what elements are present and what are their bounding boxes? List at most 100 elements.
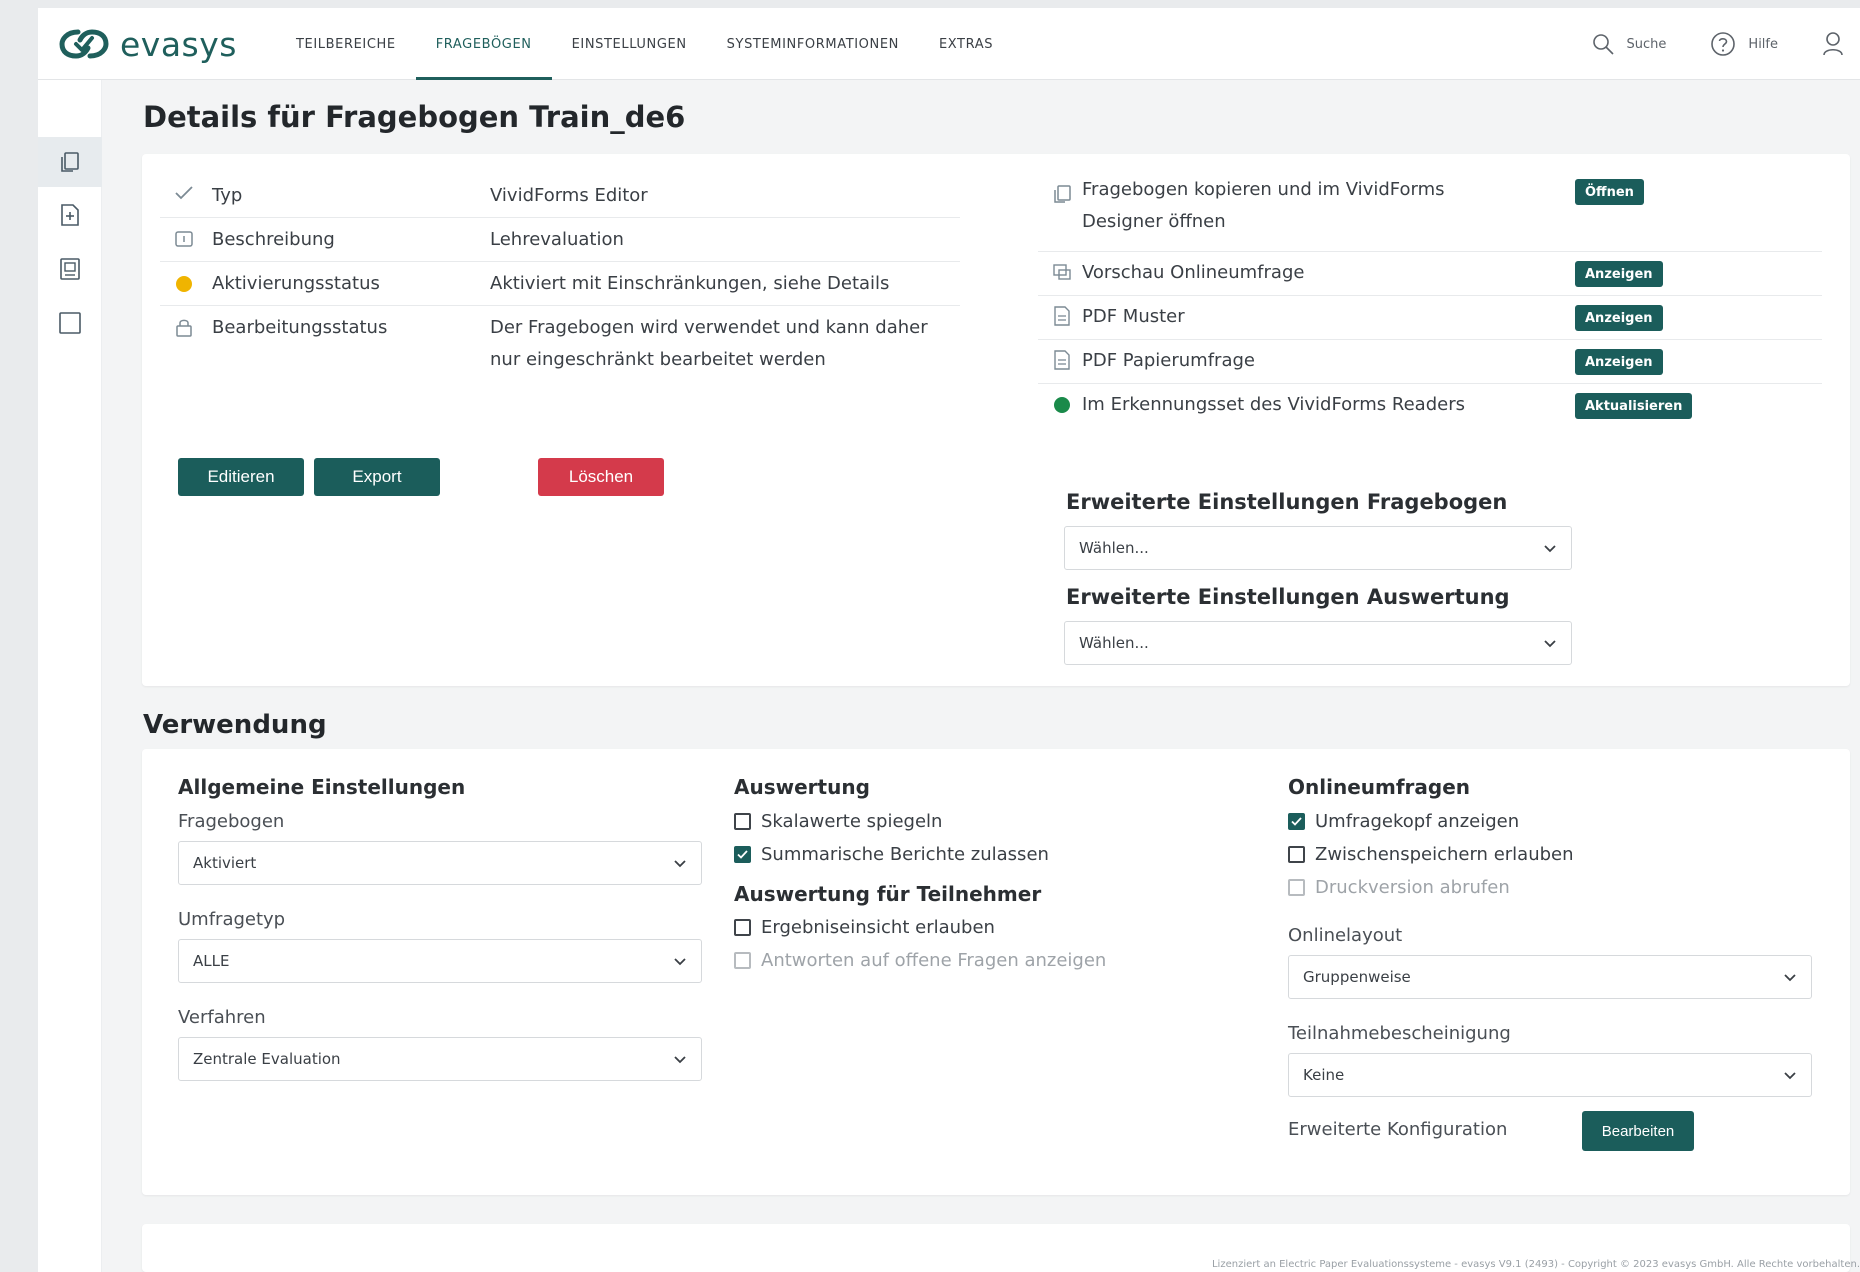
usage-card: Allgemeine Einstellungen Fragebogen Akti… <box>142 749 1850 1195</box>
detail-row-activation-status: Aktivierungsstatus Aktiviert mit Einschr… <box>160 262 960 306</box>
online-layout-select[interactable]: Gruppenweise <box>1288 955 1812 999</box>
copy-icon <box>1052 184 1072 204</box>
rail-new-document-button[interactable] <box>38 190 102 240</box>
check-icon <box>174 183 194 203</box>
questionnaire-details-card: Typ VividForms Editor Beschreibung Lehre… <box>142 154 1850 686</box>
survey-type-label: Umfragetyp <box>178 909 286 930</box>
edit-button[interactable]: Editieren <box>178 458 304 496</box>
evaluation-title: Auswertung <box>734 775 870 799</box>
mirror-scale-checkbox[interactable]: Skalawerte spiegeln <box>734 811 942 832</box>
survey-header-checkbox[interactable]: Umfragekopf anzeigen <box>1288 811 1519 832</box>
report-icon <box>60 258 80 280</box>
survey-type-select[interactable]: ALLE <box>178 939 702 983</box>
show-pdf-paper-button[interactable]: Anzeigen <box>1575 349 1663 375</box>
update-reader-button[interactable]: Aktualisieren <box>1575 393 1693 419</box>
certificate-label: Teilnahmebescheinigung <box>1288 1023 1511 1044</box>
square-icon <box>59 312 81 334</box>
chevron-down-icon <box>674 958 686 966</box>
open-designer-button[interactable]: Öffnen <box>1575 179 1644 205</box>
detail-row-description: Beschreibung Lehrevaluation <box>160 218 960 262</box>
advanced-evaluation-select[interactable]: Wählen... <box>1064 621 1572 665</box>
action-row-preview: Vorschau Onlineumfrage Anzeigen <box>1038 252 1822 296</box>
checkbox-label: Umfragekopf anzeigen <box>1315 811 1520 832</box>
checkbox-label: Ergebniseinsicht erlauben <box>761 917 995 938</box>
print-version-checkbox[interactable]: Druckversion abrufen <box>1288 877 1510 898</box>
advanced-config-label: Erweiterte Konfiguration <box>1288 1119 1508 1140</box>
page-title: Details für Fragebogen Train_de6 <box>143 100 686 134</box>
checkbox-label: Zwischenspeichern erlauben <box>1315 844 1574 865</box>
checkbox-box <box>734 952 751 969</box>
user-icon <box>1823 32 1843 56</box>
procedure-label: Verfahren <box>178 1007 266 1028</box>
online-surveys-title: Onlineumfragen <box>1288 775 1471 799</box>
advanced-evaluation-label: Erweiterte Einstellungen Auswertung <box>1066 585 1510 609</box>
chevron-down-icon <box>1544 545 1556 553</box>
nav-frageboegen[interactable]: Fragebögen <box>415 8 552 80</box>
procedure-select[interactable]: Zentrale Evaluation <box>178 1037 702 1081</box>
search-label: Suche <box>1626 36 1667 52</box>
detail-label: Bearbeitungsstatus <box>212 317 388 338</box>
chevron-down-icon <box>674 1056 686 1064</box>
open-answers-checkbox[interactable]: Antworten auf offene Fragen anzeigen <box>734 950 1106 971</box>
main-nav: Teilbereiche Fragebögen Einstellungen Sy… <box>276 8 1013 80</box>
show-preview-button[interactable]: Anzeigen <box>1575 261 1663 287</box>
select-value: Zentrale Evaluation <box>193 1050 341 1068</box>
user-menu-button[interactable] <box>1822 31 1856 57</box>
questionnaire-status-select[interactable]: Aktiviert <box>178 841 702 885</box>
checkbox-box <box>1288 846 1305 863</box>
header-tools: Suche Hilfe <box>1591 8 1860 80</box>
lock-icon <box>174 318 194 338</box>
questionnaire-label: Fragebogen <box>178 811 285 832</box>
chevron-down-icon <box>1544 640 1556 648</box>
evasys-logo[interactable]: evasys <box>58 22 237 66</box>
document-add-icon <box>61 204 79 226</box>
select-value: Aktiviert <box>193 854 257 872</box>
search-button[interactable]: Suche <box>1591 32 1667 56</box>
action-label: PDF Papierumfrage <box>1082 350 1255 371</box>
checkbox-box <box>734 846 751 863</box>
nav-systeminformationen[interactable]: Systeminformationen <box>707 8 919 80</box>
save-draft-checkbox[interactable]: Zwischenspeichern erlauben <box>1288 844 1574 865</box>
detail-value: Aktiviert mit Einschränkungen, siehe Det… <box>490 273 890 294</box>
detail-label: Typ <box>212 185 243 206</box>
select-value: Wählen... <box>1079 539 1149 557</box>
advanced-questionnaire-select[interactable]: Wählen... <box>1064 526 1572 570</box>
export-button[interactable]: Export <box>314 458 440 496</box>
documents-icon <box>61 152 79 172</box>
description-icon <box>174 229 194 249</box>
status-dot-icon <box>174 274 194 294</box>
action-row-pdf-sample: PDF Muster Anzeigen <box>1038 296 1822 340</box>
certificate-select[interactable]: Keine <box>1288 1053 1812 1097</box>
show-pdf-sample-button[interactable]: Anzeigen <box>1575 305 1663 331</box>
preview-icon <box>1052 262 1072 282</box>
edit-config-button[interactable]: Bearbeiten <box>1582 1111 1694 1151</box>
summary-reports-checkbox[interactable]: Summarische Berichte zulassen <box>734 844 1049 865</box>
nav-teilbereiche[interactable]: Teilbereiche <box>276 8 416 80</box>
search-icon <box>1592 34 1614 55</box>
nav-extras[interactable]: Extras <box>919 8 1013 80</box>
rail-report-button[interactable] <box>38 244 102 294</box>
results-view-checkbox[interactable]: Ergebniseinsicht erlauben <box>734 917 995 938</box>
detail-value: Lehrevaluation <box>490 229 624 250</box>
action-label: Vorschau Onlineumfrage <box>1082 262 1305 283</box>
app-window: evasys Teilbereiche Fragebögen Einstellu… <box>38 8 1860 1272</box>
top-navigation-bar: evasys Teilbereiche Fragebögen Einstellu… <box>38 8 1860 80</box>
help-button[interactable]: Hilfe <box>1710 31 1778 57</box>
delete-button[interactable]: Löschen <box>538 458 664 496</box>
brand-name: evasys <box>120 24 237 64</box>
side-rail <box>38 80 102 1272</box>
status-dot-icon <box>1052 395 1072 415</box>
detail-label: Aktivierungsstatus <box>212 273 380 294</box>
checkbox-label: Druckversion abrufen <box>1315 877 1510 898</box>
select-value: ALLE <box>193 952 230 970</box>
action-row-copy: Fragebogen kopieren und im VividForms De… <box>1038 172 1822 252</box>
rail-blank-button[interactable] <box>38 298 102 348</box>
checkbox-box <box>1288 813 1305 830</box>
checkbox-box <box>1288 879 1305 896</box>
detail-value: Der Fragebogen wird verwendet und kann d… <box>490 317 928 370</box>
nav-einstellungen[interactable]: Einstellungen <box>552 8 707 80</box>
rail-questionnaires-button[interactable] <box>38 137 102 187</box>
online-layout-label: Onlinelayout <box>1288 925 1403 946</box>
pdf-icon <box>1052 306 1072 326</box>
action-row-pdf-paper: PDF Papierumfrage Anzeigen <box>1038 340 1822 384</box>
